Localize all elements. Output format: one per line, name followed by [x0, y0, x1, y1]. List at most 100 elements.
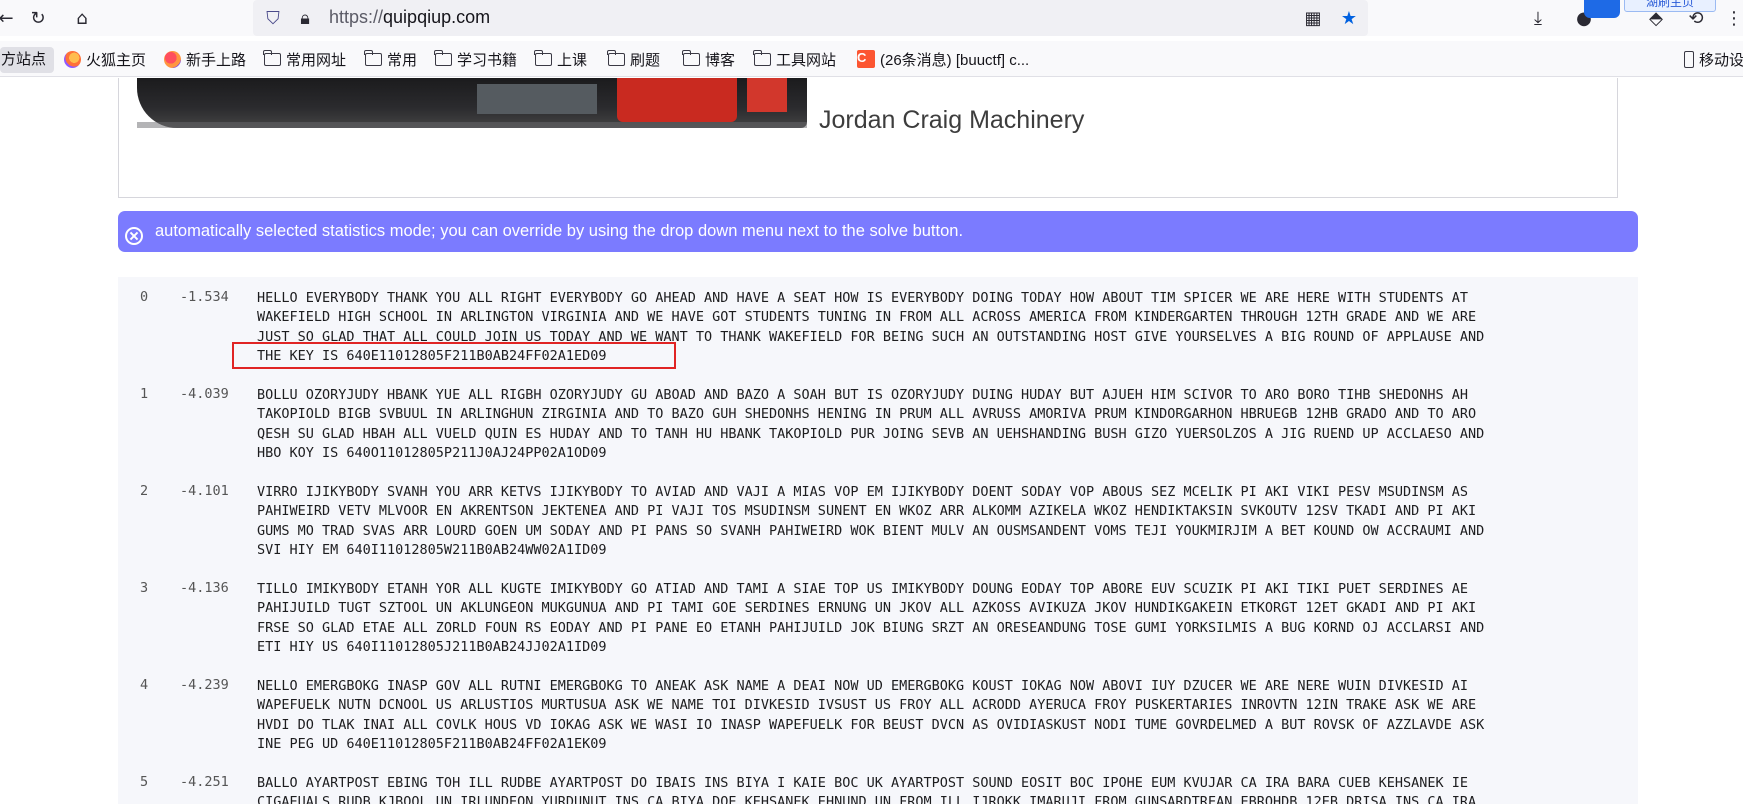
result-index: 1 [140, 386, 149, 402]
bookmark-official-site[interactable]: 官方站点 [0, 47, 54, 73]
bookmark-label: (26条消息) [buuctf] c... [880, 51, 1030, 69]
reload-icon[interactable]: ↻ [26, 6, 50, 30]
bookmark-star-icon[interactable]: ★ [1337, 6, 1361, 30]
folder-icon [364, 49, 382, 66]
url-text[interactable]: https://quipqiup.com [329, 7, 490, 28]
bookmark-label: 学习书籍 [457, 51, 518, 69]
result-line: HVDI DO TLAK INAI ALL COVLK HOUS VD IOKA… [257, 716, 1485, 733]
folder-icon [682, 49, 700, 66]
url-host: quipqiup.com [383, 7, 491, 27]
result-text[interactable]: BALLO AYARTPOST EBING TOH ILL RUDBE AYAR… [257, 774, 1627, 804]
result-text[interactable]: NELLO EMERGBOKG INASP GOV ALL RUTNI EMER… [257, 677, 1627, 754]
info-alert: automatically selected statistics mode; … [118, 211, 1638, 252]
result-line: SVI HIY EM 640I11012805W211B0AB24WW02A1I… [257, 541, 607, 558]
bookmark-folder[interactable]: 上课 [534, 47, 588, 71]
menu-icon[interactable]: ⋮ [1722, 6, 1743, 30]
result-index: 0 [140, 289, 149, 305]
result-line: JUST SO GLAD THAT ALL COULD JOIN US TODA… [257, 328, 1485, 345]
folder-icon [434, 49, 452, 66]
folder-icon [753, 49, 771, 66]
result-line: TILLO IMIKYBODY ETANH YOR ALL KUGTE IMIK… [257, 581, 1469, 597]
result-text[interactable]: VIRRO IJIKYBODY SVANH YOU ARR KETVS IJIK… [257, 483, 1627, 560]
firefox-icon [64, 50, 81, 68]
close-icon[interactable] [125, 226, 143, 245]
mobile-icon [1684, 50, 1694, 68]
browser-toolbar: ← ↻ ⌂ ⛉ 🔒︎ https://quipqiup.com ▦ ★ ⤓ ● … [0, 0, 1743, 36]
folder-icon [263, 49, 281, 66]
result-line: VIRRO IJIKYBODY SVANH YOU ARR KETVS IJIK… [257, 484, 1469, 500]
shield-icon[interactable]: ⛉ [261, 6, 285, 30]
result-line: THE KEY IS 640E11012805F211B0AB24FF02A1E… [257, 347, 607, 364]
result-index: 2 [140, 483, 149, 499]
machine-image [137, 78, 807, 128]
result-score: -1.534 [180, 289, 229, 305]
sync-icon[interactable]: ⟲ [1684, 6, 1708, 30]
result-line: INE PEG UD 640E11012805F211B0AB24FF02A1E… [257, 735, 607, 752]
download-icon[interactable]: ⤓ [1526, 6, 1550, 30]
result-score: -4.101 [180, 483, 229, 499]
results-panel: 0 -1.534 HELLO EVERYBODY THANK YOU ALL R… [118, 277, 1638, 804]
result-index: 4 [140, 677, 149, 693]
result-line: GUMS MO TRAD SVAS ARR LOURD GOEN UM SODA… [257, 522, 1485, 539]
qr-code-icon[interactable]: ▦ [1301, 6, 1325, 30]
result-line: FRSE SO GLAD ETAE ALL ZORLD FOUN RS EODA… [257, 619, 1485, 636]
bookmarks-bar: 官方站点 火狐主页 新手上路 常用网址 常用 学习书籍 上课 刷题 博客 工具网… [0, 41, 1743, 77]
bookmark-label: 上课 [557, 51, 588, 69]
result-score: -4.239 [180, 677, 229, 693]
bookmark-label: 工具网站 [776, 51, 837, 69]
result-line: HELLO EVERYBODY THANK YOU ALL RIGHT EVER… [257, 290, 1469, 306]
home-icon[interactable]: ⌂ [70, 6, 94, 30]
result-line: BALLO AYARTPOST EBING TOH ILL RUDBE AYAR… [257, 775, 1469, 791]
result-line: CIGAEUALS RUDB KJBOOL UN IRLUNDEON YURDU… [257, 794, 1477, 804]
bookmark-folder[interactable]: 常用 [364, 47, 418, 71]
result-line: BOLLU OZORYJUDY HBANK YUE ALL RIGBH OZOR… [257, 387, 1469, 403]
extension-icon[interactable]: ⬘ [1644, 6, 1668, 30]
bookmark-item[interactable]: C (26条消息) [buuctf] c... [857, 47, 1029, 71]
bookmark-label: 常用 [387, 51, 418, 69]
bookmark-label: 刷题 [630, 51, 661, 69]
alert-message: automatically selected statistics mode; … [155, 222, 964, 240]
bookmark-folder[interactable]: 学习书籍 [434, 47, 518, 71]
bookmark-label: 火狐主页 [86, 51, 147, 69]
bookmark-item[interactable]: 新手上路 [164, 47, 246, 71]
result-index: 3 [140, 580, 149, 596]
result-line: WAPEFUELK NUTN DCNOOL US ARLUSTIOS MURTU… [257, 697, 1477, 714]
result-line: NELLO EMERGBOKG INASP GOV ALL RUTNI EMER… [257, 678, 1469, 694]
result-text[interactable]: HELLO EVERYBODY THANK YOU ALL RIGHT EVER… [257, 289, 1627, 366]
result-line: PAHIJUILD TUGT SZTOOL UN AKLUNGEON MUKGU… [257, 600, 1477, 617]
ad-title[interactable]: Jordan Craig Machinery [819, 106, 1084, 135]
folder-icon [534, 49, 552, 66]
result-index: 5 [140, 774, 149, 790]
bookmark-label: 新手上路 [186, 51, 247, 69]
extension-badge[interactable] [1584, 0, 1620, 18]
folder-icon [607, 49, 625, 66]
result-line: HBO KOY IS 640O11012805P211J0AJ24PP02A1O… [257, 444, 607, 461]
bookmark-label: 官方站点 [0, 51, 47, 68]
result-text[interactable]: BOLLU OZORYJUDY HBANK YUE ALL RIGBH OZOR… [257, 386, 1627, 463]
mobile-bookmarks[interactable]: 移动设 [1684, 47, 1743, 71]
url-bar[interactable]: ⛉ 🔒︎ https://quipqiup.com ▦ ★ [253, 0, 1368, 36]
bookmark-folder[interactable]: 刷题 [607, 47, 661, 71]
bookmark-item[interactable]: 火狐主页 [64, 47, 146, 71]
bookmark-folder[interactable]: 工具网站 [753, 47, 837, 71]
result-score: -4.251 [180, 774, 229, 790]
result-score: -4.136 [180, 580, 229, 596]
result-line: WAKEFIELD HIGH SCHOOL IN ARLINGTON VIRGI… [257, 309, 1477, 326]
result-line: QESH SU GLAD HBAH ALL VUELD QUIN ES HUDA… [257, 425, 1485, 442]
bookmark-label: 移动设 [1699, 51, 1743, 69]
csdn-icon: C [857, 50, 875, 68]
result-line: ETI HIY US 640I11012805J211B0AB24JJ02A1I… [257, 638, 607, 655]
bookmark-label: 常用网址 [286, 51, 347, 69]
back-icon[interactable]: ← [0, 6, 18, 30]
firefox-icon [164, 50, 181, 68]
lock-icon[interactable]: 🔒︎ [293, 6, 317, 30]
bookmark-label: 博客 [705, 51, 736, 69]
result-text[interactable]: TILLO IMIKYBODY ETANH YOR ALL KUGTE IMIK… [257, 580, 1627, 657]
url-protocol: https:// [329, 7, 384, 27]
ad-banner[interactable]: Jordan Craig Machinery [118, 78, 1618, 198]
result-line: TAKOPIOLD BIGB SVBUUL IN ARLINGHUN ZIRGI… [257, 406, 1477, 423]
result-score: -4.039 [180, 386, 229, 402]
bookmark-folder[interactable]: 常用网址 [263, 47, 347, 71]
result-line: PAHIWEIRD VETV MLVOOR EN AKRENTSON JEKTE… [257, 503, 1477, 520]
bookmark-folder[interactable]: 博客 [682, 47, 736, 71]
